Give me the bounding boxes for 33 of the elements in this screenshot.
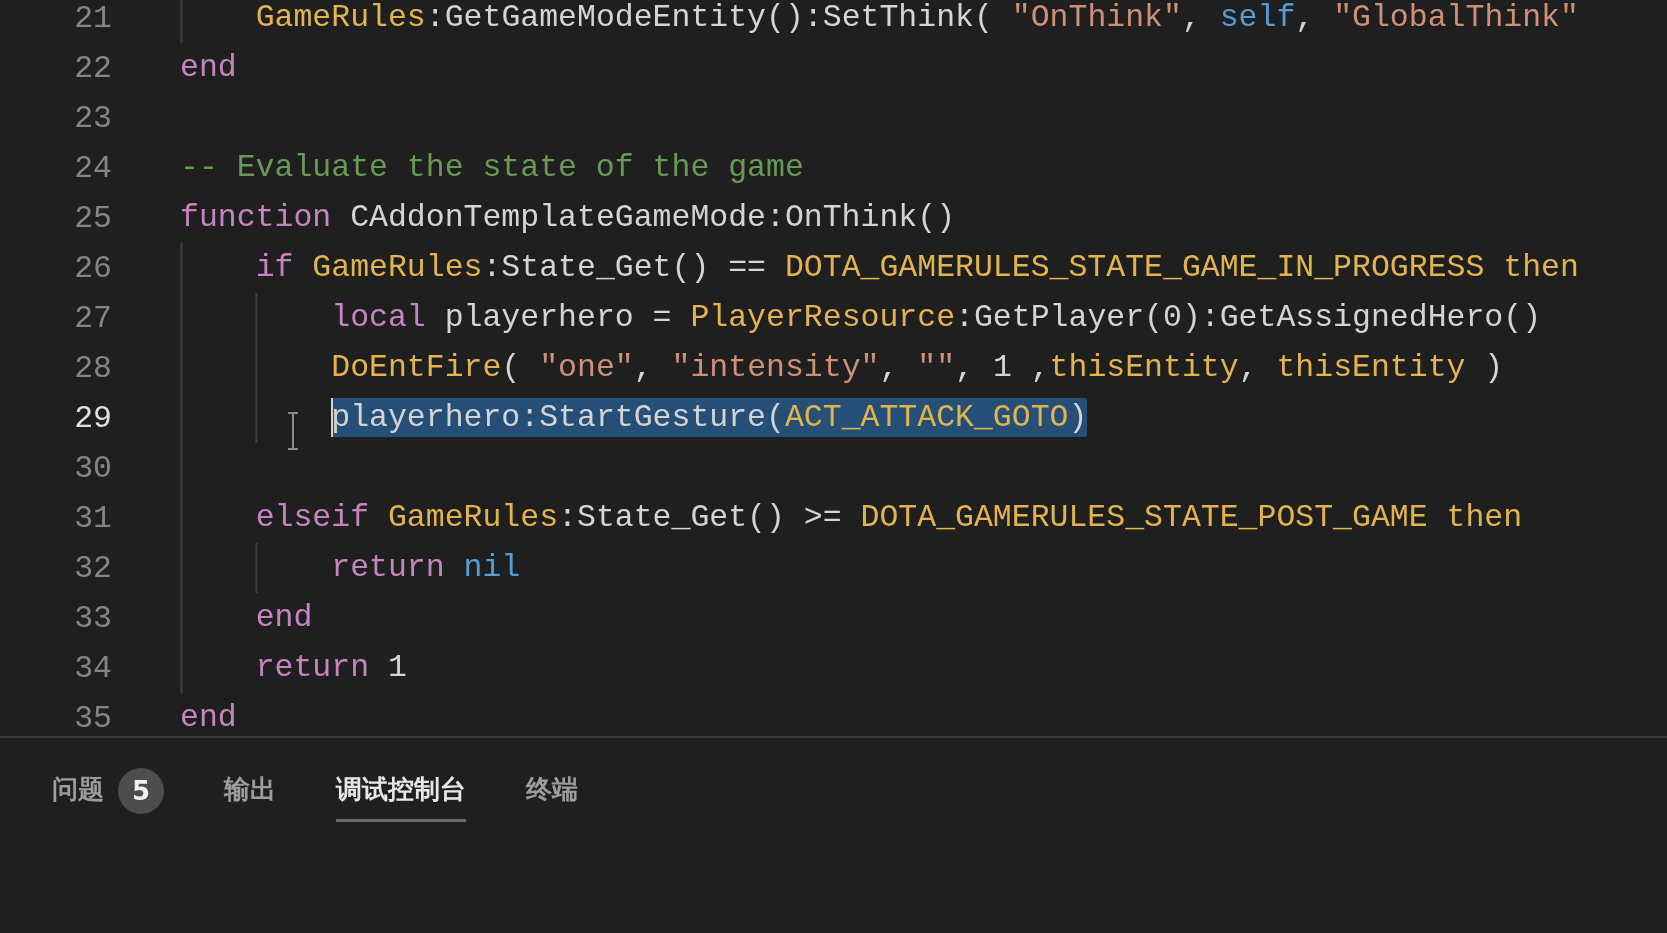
code-line: return nil bbox=[330, 549, 521, 587]
code-line: local playerhero = PlayerResource:GetPlayer(0):GetAssignedHero() bbox=[330, 299, 1542, 337]
code-line: DoEntFire( "one", "intensity", "", 1 ,thisEntity, thisEntity ) bbox=[330, 349, 1504, 387]
panel-tab[interactable]: 输出 bbox=[224, 766, 276, 822]
code-line: return 1 bbox=[254, 649, 407, 687]
panel-tab[interactable]: 调试控制台 bbox=[336, 766, 466, 822]
panel-tab[interactable]: 问题 bbox=[52, 766, 104, 822]
line-number: 31 bbox=[73, 500, 112, 536]
line-number: 35 bbox=[73, 700, 112, 736]
line-number: 25 bbox=[73, 200, 112, 236]
line-number: 27 bbox=[73, 300, 112, 336]
code-line: end bbox=[254, 599, 313, 637]
line-number: 24 bbox=[73, 150, 112, 186]
line-number: 28 bbox=[73, 350, 112, 386]
code-line: elseif GameRules:State_Get() >= DOTA_GAMERULES_STATE_POST_GAME then bbox=[254, 499, 1523, 537]
code-line: function CAddonTemplateGameMode:OnThink() bbox=[180, 199, 956, 237]
line-number: 30 bbox=[73, 450, 112, 486]
code-line: -- Evaluate the state of the game bbox=[180, 149, 804, 187]
line-number: 23 bbox=[73, 100, 112, 136]
text-cursor-icon bbox=[286, 412, 300, 450]
code-line: if GameRules:State_Get() == DOTA_GAMERULES_STATE_GAME_IN_PROGRESS then bbox=[254, 249, 1579, 287]
code-line: GameRules:GetGameModeEntity():SetThink( "OnThink", self, "GlobalThink" bbox=[254, 0, 1579, 37]
count-badge: 5 bbox=[118, 768, 164, 814]
code-line: end bbox=[180, 699, 237, 736]
line-number: 26 bbox=[73, 250, 112, 286]
code-line: end bbox=[180, 49, 237, 87]
panel-tab[interactable]: 终端 bbox=[526, 766, 578, 822]
line-number: 34 bbox=[73, 650, 112, 686]
line-number: 21 bbox=[73, 0, 112, 36]
line-number: 22 bbox=[73, 50, 112, 86]
line-number: 29 bbox=[73, 400, 112, 436]
line-number: 32 bbox=[73, 550, 112, 586]
line-number: 33 bbox=[73, 600, 112, 636]
